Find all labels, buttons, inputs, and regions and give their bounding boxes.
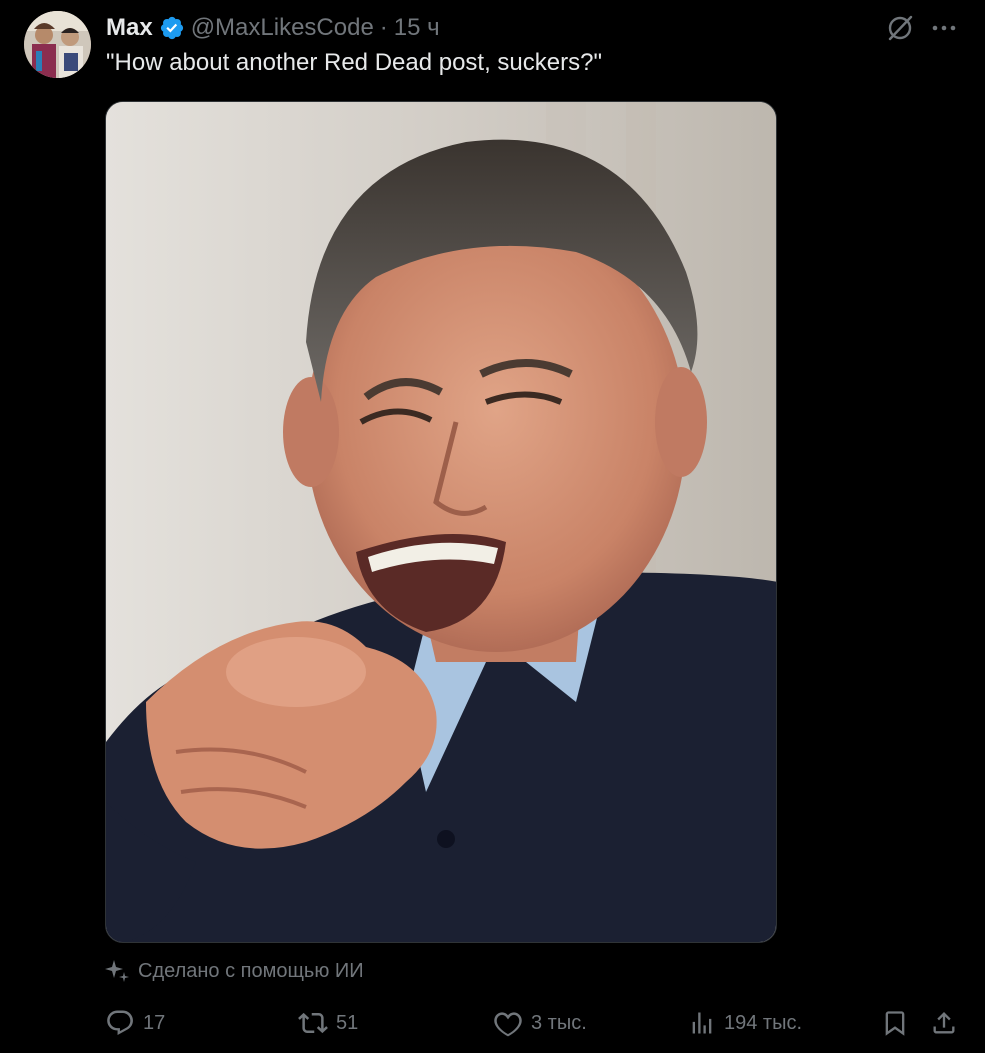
sparkle-icon xyxy=(104,958,130,984)
author-handle[interactable]: @MaxLikesCode xyxy=(191,14,374,42)
action-bar: 17 51 3 тыс. 194 тыс. xyxy=(0,1004,985,1042)
views-icon xyxy=(688,1009,716,1037)
repost-button[interactable]: 51 xyxy=(298,1004,358,1042)
like-button[interactable]: 3 тыс. xyxy=(493,1004,587,1042)
more-icon[interactable] xyxy=(929,13,959,43)
avatar[interactable] xyxy=(24,11,91,78)
bookmark-button[interactable] xyxy=(881,1004,909,1042)
views-button[interactable]: 194 тыс. xyxy=(688,1004,802,1042)
share-icon xyxy=(930,1009,958,1037)
reply-count: 17 xyxy=(143,1011,166,1034)
like-count: 3 тыс. xyxy=(531,1011,587,1034)
post-timestamp[interactable]: 15 ч xyxy=(394,14,440,42)
ai-generated-label: Сделано с помощью ИИ xyxy=(104,958,364,984)
verified-badge-icon[interactable] xyxy=(159,15,185,41)
author-name[interactable]: Max xyxy=(106,14,153,42)
repost-count: 51 xyxy=(336,1011,359,1034)
reply-icon xyxy=(105,1008,135,1038)
separator-dot: · xyxy=(379,14,388,41)
post-text: "How about another Red Dead post, sucker… xyxy=(106,49,602,76)
grok-icon[interactable] xyxy=(885,13,915,43)
repost-icon xyxy=(298,1008,328,1038)
heart-icon xyxy=(493,1008,523,1038)
post-header: Max @MaxLikesCode · 15 ч xyxy=(106,12,440,44)
post-image[interactable] xyxy=(105,101,777,943)
bookmark-icon xyxy=(881,1009,909,1037)
ai-label-text: Сделано с помощью ИИ xyxy=(138,959,364,982)
reply-button[interactable]: 17 xyxy=(105,1004,165,1042)
views-count: 194 тыс. xyxy=(724,1011,803,1034)
share-button[interactable] xyxy=(930,1004,958,1042)
